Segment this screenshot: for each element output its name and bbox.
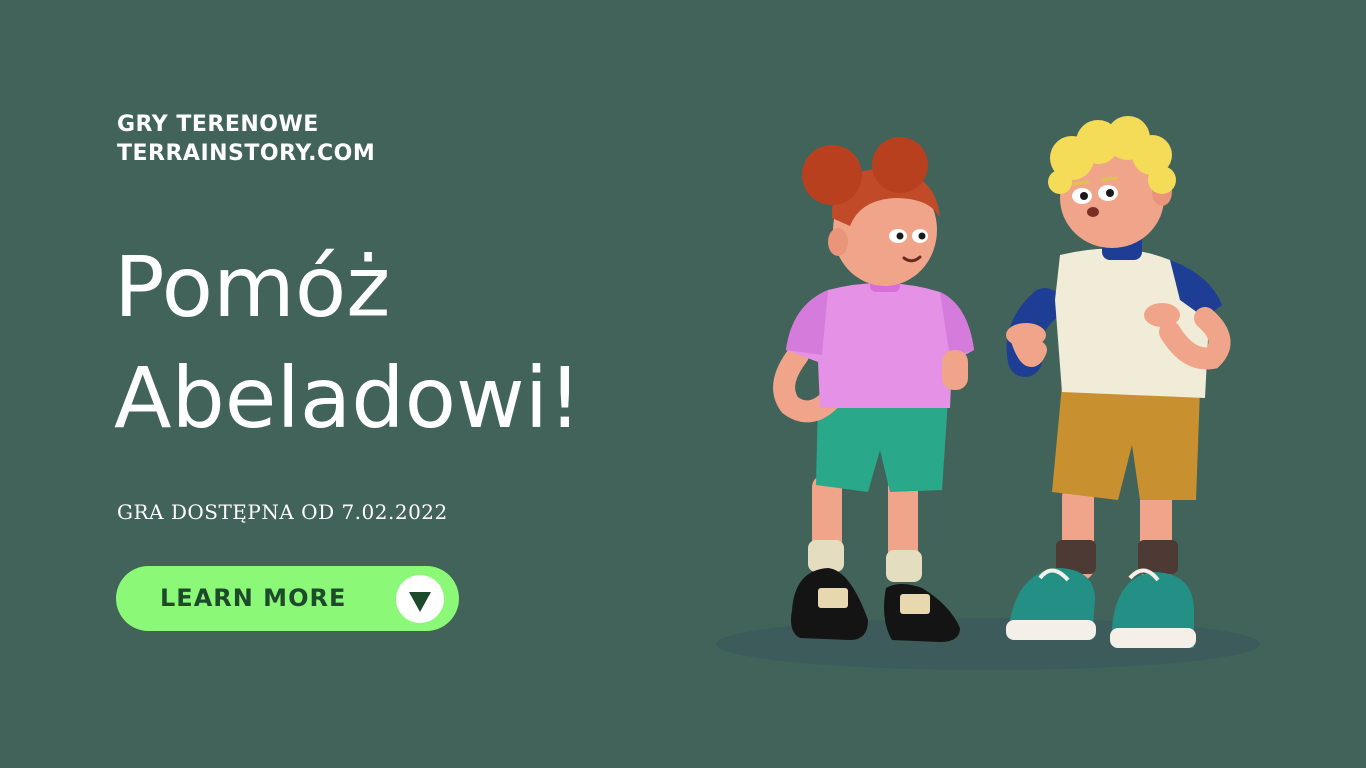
learn-more-button[interactable]: LEARN MORE — [116, 566, 459, 631]
page-title: Pomóż Abeladowi! — [114, 232, 582, 454]
triangle-down-icon — [396, 575, 444, 623]
brand-block: GRY TERENOWE TERRAINSTORY.COM — [117, 110, 375, 168]
headline-line-2: Abeladowi! — [114, 349, 582, 447]
two-children-illustration — [700, 100, 1280, 690]
brand-line-1: GRY TERENOWE — [117, 112, 319, 137]
headline-line-1: Pomóż — [114, 238, 391, 336]
brand-line-2: TERRAINSTORY.COM — [117, 141, 376, 166]
availability-text: GRA DOSTĘPNA OD 7.02.2022 — [117, 500, 448, 524]
learn-more-label: LEARN MORE — [160, 584, 347, 612]
